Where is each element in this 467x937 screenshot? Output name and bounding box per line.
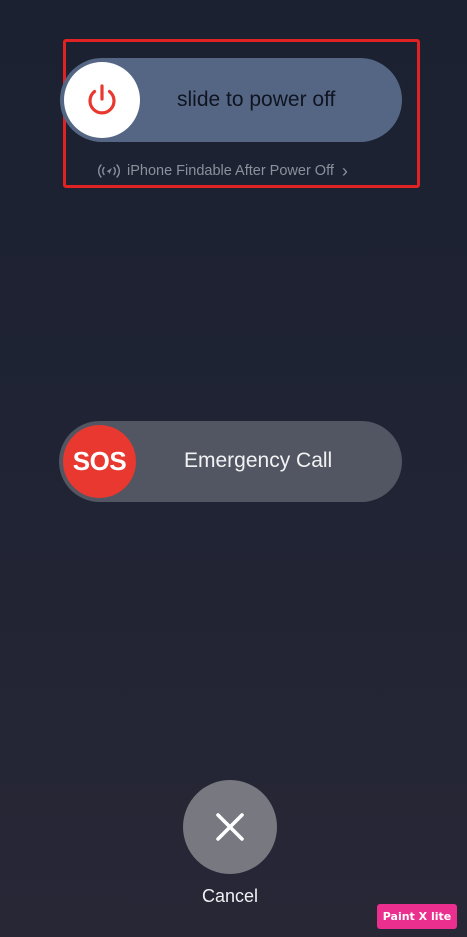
close-icon — [213, 810, 247, 844]
power-slider-label: slide to power off — [177, 88, 336, 111]
findable-after-power-off-link[interactable]: iPhone Findable After Power Off › — [96, 160, 348, 182]
cancel-button[interactable] — [183, 780, 277, 874]
find-my-location-icon — [96, 163, 122, 179]
emergency-call-label: Emergency Call — [184, 449, 333, 472]
findable-label: iPhone Findable After Power Off — [127, 163, 334, 179]
paint-x-lite-watermark: Paint X lite — [377, 904, 457, 929]
power-off-slider[interactable]: slide to power off — [60, 58, 402, 142]
power-icon — [82, 80, 122, 120]
cancel-label: Cancel — [201, 886, 259, 906]
chevron-right-icon: › — [341, 160, 348, 181]
emergency-call-slider[interactable]: SOS Emergency Call — [59, 421, 402, 502]
sos-slider-knob[interactable]: SOS — [63, 425, 136, 498]
power-slider-knob[interactable] — [64, 62, 140, 138]
